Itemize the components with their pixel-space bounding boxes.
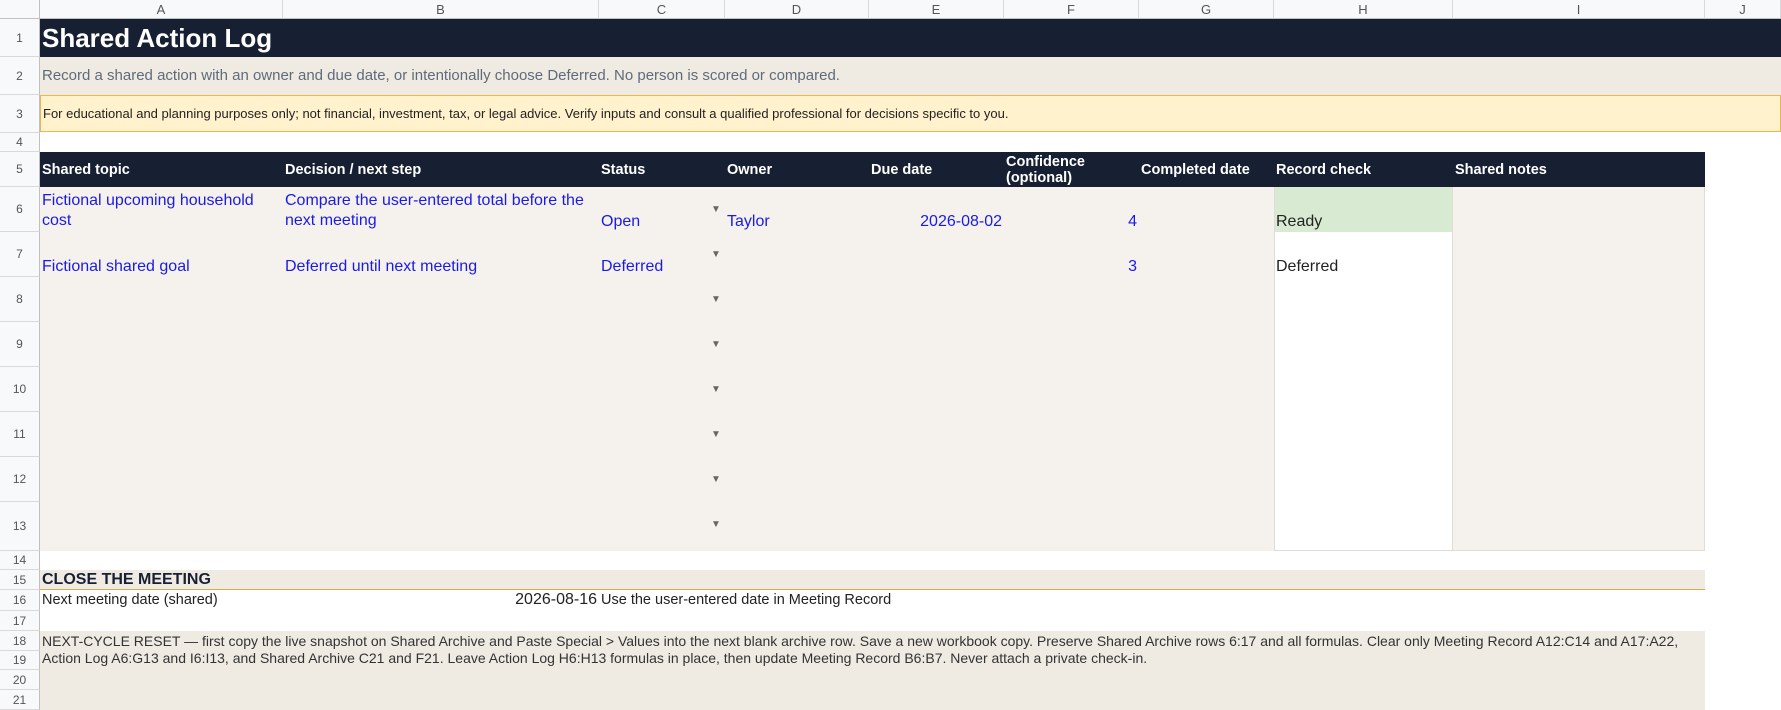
sheet-subtitle: Record a shared action with an owner and… — [42, 67, 840, 84]
row7-record-check: Deferred — [1276, 258, 1339, 275]
disclaimer-text: For educational and planning purposes on… — [43, 106, 1009, 121]
row-header-11[interactable]: 11 — [0, 412, 40, 457]
row7-topic[interactable]: Fictional shared goal — [40, 257, 283, 277]
row6-due-date[interactable]: 2026-08-02 — [869, 212, 1004, 232]
row7-decision[interactable]: Deferred until next meeting — [283, 257, 599, 277]
col-header-i[interactable]: I — [1453, 0, 1705, 19]
col-header-j[interactable]: J — [1705, 0, 1781, 19]
status-dropdown-icon[interactable]: ▼ — [710, 429, 722, 440]
row-header-5[interactable]: 5 — [0, 152, 40, 187]
row6-status[interactable]: Open — [599, 212, 725, 232]
sheet-title: Shared Action Log — [42, 23, 273, 53]
header-status[interactable]: Status — [599, 152, 725, 187]
col-header-c[interactable]: C — [599, 0, 725, 19]
shared-notes-column[interactable] — [1453, 187, 1705, 551]
header-owner[interactable]: Owner — [725, 152, 869, 187]
col-header-b[interactable]: B — [283, 0, 599, 19]
status-dropdown-icon[interactable]: ▼ — [710, 519, 722, 530]
header-decision[interactable]: Decision / next step — [283, 152, 599, 187]
next-meeting-label: Next meeting date (shared) — [42, 592, 218, 608]
row-header-21[interactable]: 21 — [0, 690, 40, 710]
col-header-h[interactable]: H — [1274, 0, 1453, 19]
row-header-12[interactable]: 12 — [0, 457, 40, 502]
status-dropdown-icon[interactable]: ▼ — [710, 204, 722, 215]
row-header-20[interactable]: 20 — [0, 670, 40, 690]
status-dropdown-icon[interactable]: ▼ — [710, 384, 722, 395]
title-band: Shared Action Log — [40, 19, 1781, 57]
subtitle-band: Record a shared action with an owner and… — [40, 57, 1781, 95]
reset-instructions: NEXT-CYCLE RESET — first copy the live s… — [42, 633, 1679, 666]
row6-topic[interactable]: Fictional upcoming household cost — [40, 191, 283, 231]
close-meeting-heading: CLOSE THE MEETING — [42, 571, 211, 588]
row-header-8[interactable]: 8 — [0, 277, 40, 322]
action-entry-area[interactable] — [40, 187, 1274, 551]
header-record-check[interactable]: Record check — [1274, 152, 1453, 187]
col-header-f[interactable]: F — [1004, 0, 1139, 19]
row-header-4[interactable]: 4 — [0, 133, 40, 152]
row6-decision[interactable]: Compare the user-entered total before th… — [283, 191, 599, 231]
row-header-14[interactable]: 14 — [0, 551, 40, 570]
select-all-corner[interactable] — [0, 0, 40, 19]
row7-status[interactable]: Deferred — [599, 257, 725, 277]
row-header-9[interactable]: 9 — [0, 322, 40, 367]
status-dropdown-icon[interactable]: ▼ — [710, 339, 722, 350]
status-dropdown-icon[interactable]: ▼ — [710, 474, 722, 485]
row-header-1[interactable]: 1 — [0, 19, 40, 57]
row-header-18[interactable]: 18 — [0, 631, 40, 651]
row6-confidence[interactable]: 4 — [1004, 212, 1139, 232]
row6-owner[interactable]: Taylor — [725, 212, 869, 232]
header-confidence[interactable]: Confidence (optional) — [1004, 152, 1114, 187]
disclaimer-band: For educational and planning purposes on… — [40, 95, 1781, 132]
row7-confidence[interactable]: 3 — [1004, 257, 1139, 277]
row-header-13[interactable]: 13 — [0, 502, 40, 551]
status-dropdown-icon[interactable]: ▼ — [710, 249, 722, 260]
reset-instructions-band: NEXT-CYCLE RESET — first copy the live s… — [40, 631, 1705, 710]
header-completed-date[interactable]: Completed date — [1139, 152, 1274, 187]
row-header-15[interactable]: 15 — [0, 570, 40, 590]
row-header-6[interactable]: 6 — [0, 187, 40, 232]
row-header-19[interactable]: 19 — [0, 651, 40, 670]
col-header-a[interactable]: A — [40, 0, 283, 19]
next-meeting-note: Use the user-entered date in Meeting Rec… — [601, 592, 892, 608]
header-shared-topic[interactable]: Shared topic — [40, 152, 283, 187]
row-header-16[interactable]: 16 — [0, 590, 40, 611]
spreadsheet-grid: A B C D E F G H I J 1 2 3 4 5 6 7 8 9 10… — [0, 0, 1781, 710]
row-header-10[interactable]: 10 — [0, 367, 40, 412]
header-due-date[interactable]: Due date — [869, 152, 1004, 187]
close-meeting-band: CLOSE THE MEETING — [40, 570, 1705, 590]
row6-record-check: Ready — [1276, 213, 1323, 230]
header-shared-notes[interactable]: Shared notes — [1453, 152, 1705, 187]
row-header-17[interactable]: 17 — [0, 611, 40, 631]
row-header-3[interactable]: 3 — [0, 95, 40, 133]
record-check-column — [1274, 187, 1453, 551]
next-meeting-date[interactable]: 2026-08-16 — [430, 590, 599, 610]
col-header-d[interactable]: D — [725, 0, 869, 19]
row-header-2[interactable]: 2 — [0, 57, 40, 95]
status-dropdown-icon[interactable]: ▼ — [710, 294, 722, 305]
col-header-e[interactable]: E — [869, 0, 1004, 19]
col-header-g[interactable]: G — [1139, 0, 1274, 19]
row-header-7[interactable]: 7 — [0, 232, 40, 277]
